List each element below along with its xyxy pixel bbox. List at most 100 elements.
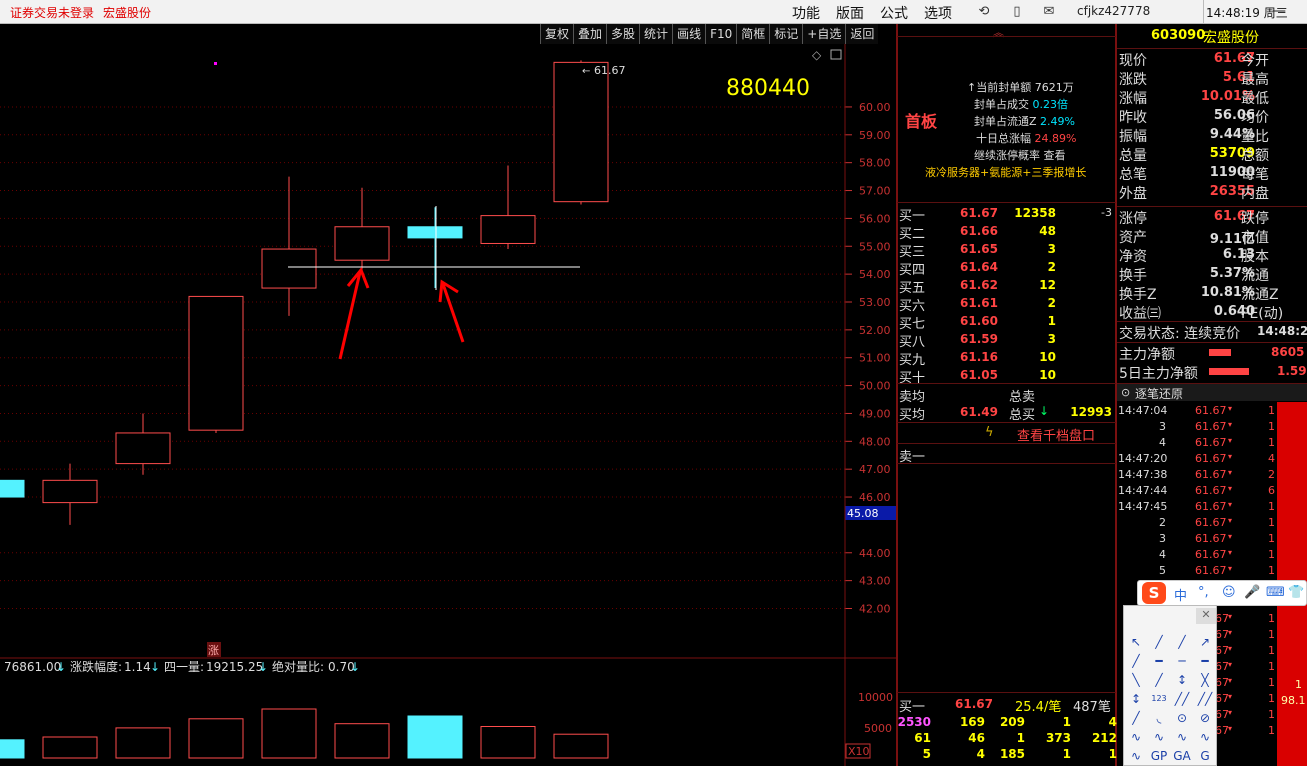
orderbook-row[interactable]: 买五 61.62 12 [897,277,1116,296]
orderbook-row[interactable]: 买九 61.16 10 [897,349,1116,368]
quote-label: 资产 [1119,230,1147,246]
window-toggle-icon[interactable] [830,49,842,60]
menu-function[interactable]: 功能 [792,3,820,23]
candle-body[interactable] [115,432,171,465]
chevron-down-icon: ⊙ [1121,386,1131,399]
ime-punctuation-icon[interactable]: °, [1198,585,1209,600]
volume-bar[interactable] [553,733,609,759]
candle-body[interactable] [42,479,98,504]
toolbar-back[interactable]: 返回 [845,24,879,44]
drawing-tool-icon[interactable]: ━ [1195,651,1215,671]
drawing-tool-icon[interactable]: GA [1172,746,1192,766]
orderbook-row[interactable]: 买八 61.59 3 [897,331,1116,350]
depth-link[interactable]: 查看千档盘口 [1017,425,1095,444]
login-status[interactable]: 证券交易未登录 [10,4,94,21]
kline-chart[interactable]: 60.00 59.00 58.00 57.00 56.00 55.00 54.00 53.00… [0,44,897,766]
toolbar-multi-stock[interactable]: 多股 [606,24,640,44]
menu-options[interactable]: 选项 [924,3,952,23]
candle-body[interactable] [0,479,25,498]
volume-bar[interactable] [334,723,390,759]
drawing-tool-icon[interactable]: ∿ [1172,727,1192,747]
orderbook-price: 61.64 [960,260,998,274]
drawing-tool-icon[interactable]: ↕ [1172,670,1192,690]
drawing-tool-icon[interactable]: ╱╱ [1195,689,1215,709]
candle-body[interactable] [261,248,317,289]
panel-close-icon[interactable]: ✕ [1196,608,1216,624]
drawing-tool-icon[interactable]: 123 [1149,689,1169,709]
minimize-icon[interactable]: — [1272,3,1286,19]
quote-label-2: 跌停 [1241,211,1269,227]
ime-mic-icon[interactable]: 🎤 [1244,585,1260,600]
candle-body[interactable] [553,61,609,203]
tick-up-icon: ▾ [1228,484,1233,493]
volume-bar[interactable] [188,718,244,759]
drawing-tool-icon[interactable]: ╱ [1149,670,1169,690]
orderbook-row[interactable]: 买七 61.60 1 [897,313,1116,332]
toolbar-draw-line[interactable]: 画线 [672,24,706,44]
menu-layout[interactable]: 版面 [836,3,864,23]
volume-bar[interactable] [480,726,536,759]
candle-body[interactable] [407,226,463,239]
tick-header[interactable]: ⊙ 逐笔还原 [1117,383,1307,401]
drawing-tool-icon[interactable]: ╱╱ [1172,689,1192,709]
drawing-tool-icon[interactable]: GP [1149,746,1169,766]
orderbook-row[interactable]: 买二 61.66 48 [897,223,1116,242]
drawing-tool-icon[interactable]: ∿ [1126,746,1146,766]
drawing-tool-icon[interactable]: ─ [1172,651,1192,671]
drawing-tool-icon[interactable]: ╱ [1126,651,1146,671]
drawing-tool-icon[interactable]: ⊘ [1195,708,1215,728]
toolbar-statistics[interactable]: 统计 [639,24,673,44]
toolbar-overlay[interactable]: 叠加 [573,24,607,44]
quote-row: 现价 61.67 今开 [1117,50,1307,69]
orderbook-row[interactable]: 买三 61.65 3 [897,241,1116,260]
drawing-tool-icon[interactable]: ━ [1149,651,1169,671]
toolbar-simple-frame[interactable]: 简框 [736,24,770,44]
menu-formula[interactable]: 公式 [880,3,908,23]
phone-icon[interactable]: ▯ [1009,4,1025,20]
ime-keyboard-icon[interactable]: ⌨ [1266,585,1285,600]
toolbar-add-watchlist[interactable]: +自选 [802,24,846,44]
orderbook-row[interactable]: 买一 61.67 12358 -3 [897,205,1116,224]
candle-body[interactable] [480,215,536,244]
orderbook-row[interactable]: 买六 61.61 2 [897,295,1116,314]
diamond-icon[interactable]: ◇ [812,48,822,62]
refresh-icon[interactable]: ⟲ [976,4,992,20]
toolbar-restore-rights[interactable]: 复权 [540,24,574,44]
drawing-tool-icon[interactable]: ∿ [1149,727,1169,747]
volume-bar[interactable] [0,739,25,759]
toolbar-f10[interactable]: F10 [705,24,737,44]
volume-bar[interactable] [42,736,98,759]
info-line-5[interactable]: 继续涨停概率 查看 [974,147,1066,163]
drawing-tool-icon[interactable]: ╲ [1126,670,1146,690]
volume-bar[interactable] [407,715,463,759]
drawing-tool-icon[interactable]: ∿ [1126,727,1146,747]
drawing-tool-icon[interactable]: ╱ [1149,632,1169,652]
ime-skin-icon[interactable]: 👕 [1288,585,1304,600]
user-id[interactable]: cfjkz427778 [1077,4,1150,18]
drawing-tool-icon[interactable]: ↕ [1126,689,1146,709]
drawing-tool-icon[interactable]: ↖ [1126,632,1146,652]
orderbook-row[interactable]: 买四 61.64 2 [897,259,1116,278]
sogou-logo-icon[interactable]: S [1142,582,1166,604]
drawing-tool-icon[interactable]: ∿ [1195,727,1215,747]
ime-toolbar[interactable]: S 中 °, ☺ 🎤 ⌨ 👕 [1137,580,1307,606]
candle-body[interactable] [188,295,244,431]
drawing-tool-icon[interactable]: ⊙ [1172,708,1192,728]
drawing-tool-icon[interactable]: ╳ [1195,670,1215,690]
ime-emoji-icon[interactable]: ☺ [1222,585,1236,600]
collapse-icon[interactable]: ︽ [993,24,1004,40]
drawing-tool-icon[interactable]: ╱ [1172,632,1192,652]
orderbook-volume: 1 [1047,314,1056,328]
drawing-tool-icon[interactable]: G [1195,746,1215,766]
drawing-tool-icon[interactable]: ╱ [1126,708,1146,728]
ime-chinese-mode[interactable]: 中 [1174,585,1187,604]
toolbar-mark[interactable]: 标记 [769,24,803,44]
orderbook-level: 买四 [899,263,926,278]
volume-bar[interactable] [261,708,317,759]
drawing-tool-icon[interactable]: ↗ [1195,632,1215,652]
drawing-tool-icon[interactable]: ◟ [1149,708,1169,728]
mail-icon[interactable]: ✉ [1041,4,1057,20]
quote-row: 换手Z 10.81% 流通Z [1117,284,1307,303]
volume-bar[interactable] [115,727,171,759]
candle-body[interactable] [334,226,390,261]
